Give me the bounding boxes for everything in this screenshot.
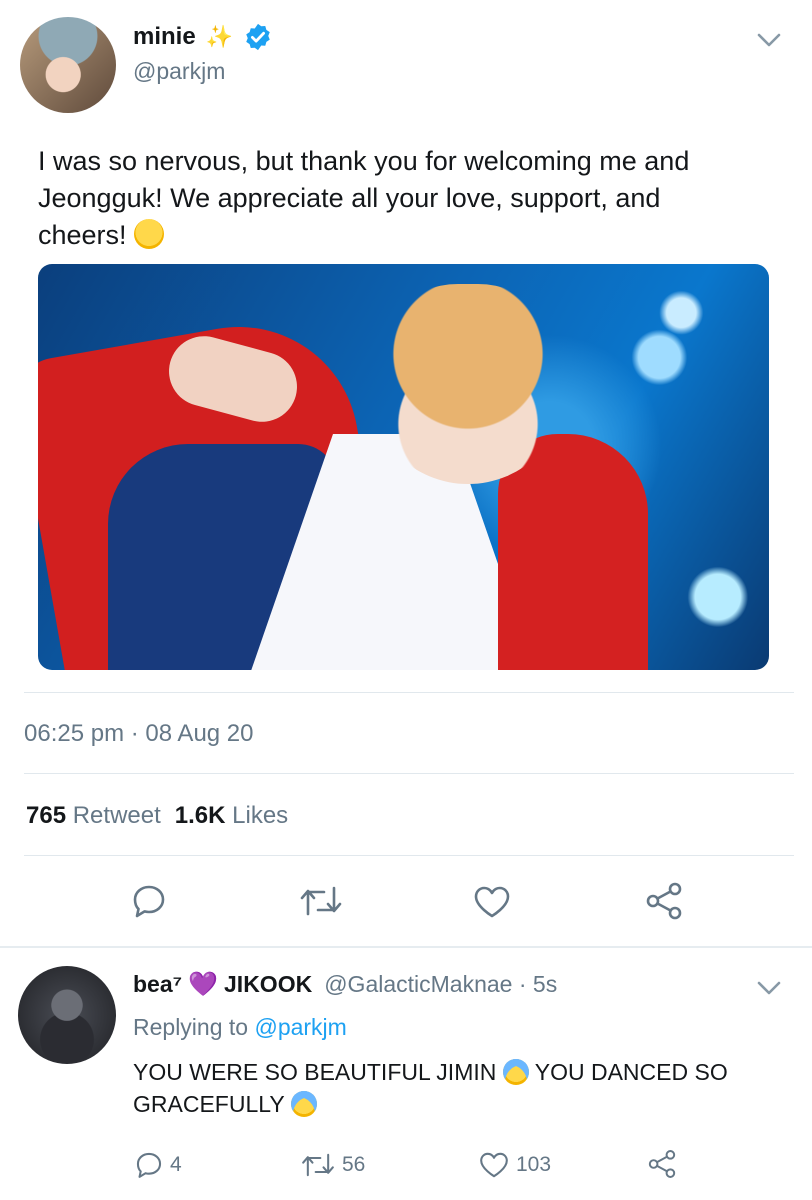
crying-face-emoji xyxy=(502,1059,529,1085)
reply-icon xyxy=(136,1152,162,1178)
reply-handle-time: @GalacticMaknae · 5s xyxy=(324,971,558,997)
reply-icon[interactable] xyxy=(130,882,168,920)
heart-icon[interactable] xyxy=(472,884,512,920)
reply-author-row[interactable]: bea⁷ 💜 JIKOOK @GalacticMaknae · 5s xyxy=(133,970,557,999)
replying-to-label: Replying to xyxy=(133,1014,249,1040)
reply-share-action[interactable] xyxy=(646,1148,678,1180)
divider xyxy=(24,692,794,693)
retweet-stat[interactable]: 765 Retweet xyxy=(26,802,161,830)
retweet-icon[interactable] xyxy=(298,882,344,920)
chevron-down-icon[interactable] xyxy=(756,980,782,996)
reply-display-name-suffix: JIKOOK xyxy=(224,971,313,997)
replying-to-handle[interactable]: @parkjm xyxy=(254,1014,346,1040)
reply-text-part-2: YOU DANCED SO xyxy=(534,1059,728,1085)
crying-face-emoji xyxy=(290,1091,317,1117)
reply-retweet-action[interactable]: 56 xyxy=(300,1150,365,1180)
replying-to: Replying to @parkjm xyxy=(133,1014,347,1041)
reply-text: YOU WERE SO BEAUTIFUL JIMIN YOU DANCED S… xyxy=(133,1056,783,1120)
tweet-timestamp[interactable]: 06:25 pm · 08 Aug 20 xyxy=(24,720,254,748)
heart-icon xyxy=(480,1152,508,1178)
reply-display-name-prefix: bea⁷ xyxy=(133,971,183,997)
tweet-photo[interactable] xyxy=(38,264,769,670)
author-handle[interactable]: @parkjm xyxy=(133,58,225,85)
tweet-text-line-2: Jeongguk! We appreciate all your love, s… xyxy=(38,183,661,213)
chevron-down-icon[interactable] xyxy=(756,32,782,48)
purple-heart-emoji: 💜 xyxy=(188,971,219,998)
likes-label: Likes xyxy=(232,802,289,829)
retweet-count: 765 xyxy=(26,802,67,829)
reply-reply-action[interactable]: 4 xyxy=(134,1150,182,1180)
retweet-icon xyxy=(302,1153,334,1177)
tweet-text-line-3: cheers! xyxy=(38,220,127,250)
reply-like-action[interactable]: 103 xyxy=(478,1150,551,1180)
share-icon xyxy=(648,1150,676,1178)
section-divider xyxy=(0,946,812,948)
smiling-face-emoji xyxy=(134,219,165,249)
photo-jacket-right xyxy=(498,434,648,670)
likes-stat[interactable]: 1.6K Likes xyxy=(175,802,288,830)
tweet-text: I was so nervous, but thank you for welc… xyxy=(38,143,778,254)
divider xyxy=(24,773,794,774)
likes-count: 1.6K xyxy=(174,802,226,829)
tweet-stats: 765 Retweet 1.6K Likes xyxy=(26,802,288,830)
reply-text-part-1: YOU WERE SO BEAUTIFUL JIMIN xyxy=(133,1059,497,1085)
tweet-text-line-1: I was so nervous, but thank you for welc… xyxy=(38,146,690,176)
sparkle-emoji: ✨ xyxy=(205,24,234,49)
photo-head xyxy=(368,284,568,484)
author-avatar[interactable] xyxy=(20,17,116,113)
reply-retweet-count: 56 xyxy=(342,1153,366,1176)
reply-author-avatar[interactable] xyxy=(18,966,116,1064)
retweet-label: Retweet xyxy=(72,802,161,829)
reply-like-count: 103 xyxy=(516,1153,552,1176)
author-display-name[interactable]: minie xyxy=(133,23,196,51)
verified-badge-icon xyxy=(246,23,270,51)
share-icon[interactable] xyxy=(643,880,685,922)
reply-reply-count: 4 xyxy=(170,1153,182,1176)
author-name-row[interactable]: minie ✨ xyxy=(133,22,273,52)
reply-text-part-3: GRACEFULLY xyxy=(133,1091,285,1117)
divider xyxy=(24,855,794,856)
